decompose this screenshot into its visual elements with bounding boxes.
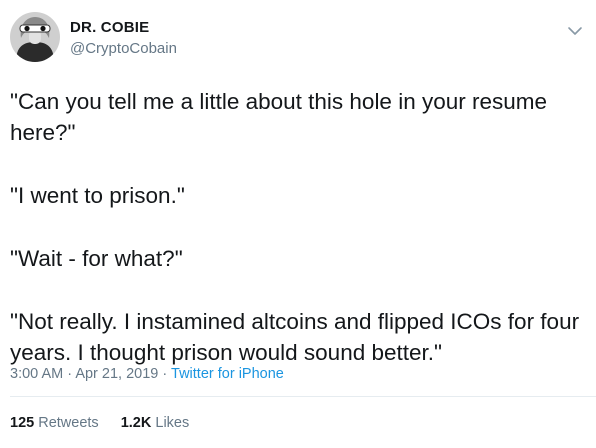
author-avatar[interactable] <box>10 12 60 62</box>
tweet-text: "Can you tell me a little about this hol… <box>10 86 580 400</box>
tweet-paragraph: "Not really. I instamined altcoins and f… <box>10 309 580 365</box>
tweet-source-link[interactable]: Twitter for iPhone <box>171 366 284 382</box>
like-count: 1.2K <box>120 415 152 431</box>
retweet-label: Retweets <box>38 415 99 431</box>
retweet-count: 125 <box>10 415 35 431</box>
tweet-card: DR. COBIE @CryptoCobain "Can you tell me… <box>0 0 596 448</box>
tweet-paragraph: "I went to prison." <box>10 183 185 208</box>
tweet-date[interactable]: Apr 21, 2019 <box>75 366 158 382</box>
tweet-time[interactable]: 3:00 AM <box>10 366 63 382</box>
meta-separator: · <box>67 366 73 382</box>
author-display-name[interactable]: DR. COBIE <box>70 19 149 36</box>
divider <box>10 396 596 397</box>
profile-avatar-icon <box>10 12 60 62</box>
likes-stat[interactable]: 1.2K Likes <box>121 415 190 431</box>
tweet-paragraph: "Wait - for what?" <box>10 246 183 271</box>
chevron-down-icon[interactable] <box>567 24 583 36</box>
tweet-metadata: 3:00 AM · Apr 21, 2019 · Twitter for iPh… <box>10 366 284 382</box>
tweet-paragraph: "Can you tell me a little about this hol… <box>10 89 548 145</box>
retweets-stat[interactable]: 125 Retweets <box>10 415 103 431</box>
tweet-stats: 125 Retweets 1.2K Likes <box>10 415 189 431</box>
meta-separator: · <box>162 366 168 382</box>
like-label: Likes <box>155 415 190 431</box>
author-handle[interactable]: @CryptoCobain <box>70 40 177 57</box>
